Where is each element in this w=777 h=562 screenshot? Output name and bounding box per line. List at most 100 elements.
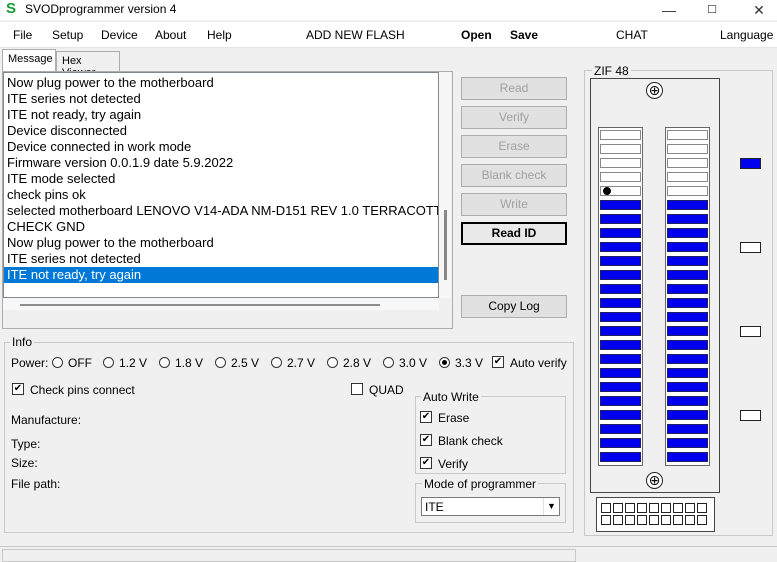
log-line[interactable]: Device connected in work mode	[4, 139, 438, 155]
zif-indicator-3	[740, 326, 761, 337]
read-button[interactable]: Read	[461, 77, 567, 100]
log-horizontal-scroll-thumb[interactable]	[20, 304, 380, 306]
check-pins-label: Check pins connect	[30, 383, 135, 397]
auto-blank-check-label: Blank check	[438, 434, 503, 448]
power-radio-18v[interactable]	[159, 357, 170, 368]
quad-checkbox[interactable]	[351, 383, 363, 395]
quad-label: QUAD	[369, 383, 404, 397]
tab-message[interactable]: Message	[2, 49, 56, 72]
log-line[interactable]: Now plug power to the motherboard	[4, 75, 438, 91]
zif-pin	[667, 172, 708, 182]
menu-save[interactable]: Save	[510, 28, 538, 42]
zif-pin	[667, 242, 708, 252]
file-path-label: File path:	[11, 477, 61, 491]
log-line[interactable]: CHECK GND	[4, 219, 438, 235]
zif-lever-square	[625, 515, 635, 525]
menu-about[interactable]: About	[155, 28, 186, 42]
close-icon[interactable]: ✕	[744, 0, 774, 20]
power-radio-33v[interactable]	[439, 357, 450, 368]
auto-verify-checkbox[interactable]: ✔	[492, 356, 504, 368]
zif-lever-square	[601, 515, 611, 525]
power-radio-off[interactable]	[52, 357, 63, 368]
type-label: Type:	[11, 437, 41, 451]
menu-setup[interactable]: Setup	[52, 28, 83, 42]
zif-pin	[600, 200, 641, 210]
zif-pin	[667, 312, 708, 322]
zif-pin	[667, 368, 708, 378]
log-line[interactable]: ITE not ready, try again	[4, 267, 438, 283]
log-line[interactable]: ITE series not detected	[4, 91, 438, 107]
auto-blank-check-checkbox[interactable]: ✔	[420, 434, 432, 446]
log-line[interactable]: Firmware version 0.0.1.9 date 5.9.2022	[4, 155, 438, 171]
log-vertical-scroll-thumb[interactable]	[444, 210, 447, 280]
zif-pin	[600, 354, 641, 364]
zif-pin	[600, 214, 641, 224]
zif-pin	[667, 382, 708, 392]
zif-pin	[667, 326, 708, 336]
log-line[interactable]: Now plug power to the motherboard	[4, 235, 438, 251]
zif-pin	[667, 284, 708, 294]
log-line[interactable]: ITE not ready, try again	[4, 107, 438, 123]
chevron-down-icon[interactable]: ▼	[543, 498, 559, 515]
menu-language[interactable]: Language	[720, 28, 773, 42]
menu-open[interactable]: Open	[461, 28, 492, 42]
copy-log-button[interactable]: Copy Log	[461, 295, 567, 318]
zif-lever-square	[637, 503, 647, 513]
message-log-list[interactable]: Now plug power to the motherboard ITE ser…	[3, 72, 439, 298]
zif-lever-square	[673, 515, 683, 525]
log-line[interactable]: check pins ok	[4, 187, 438, 203]
menu-help[interactable]: Help	[207, 28, 232, 42]
mode-legend: Mode of programmer	[422, 477, 539, 491]
power-radio-25v[interactable]	[215, 357, 226, 368]
size-label: Size:	[11, 456, 38, 470]
blank-check-button[interactable]: Blank check	[461, 164, 567, 187]
power-option-label: 2.7 V	[287, 356, 316, 370]
zif-bottom-screw-icon: ⊕	[646, 472, 663, 489]
zif-pin	[600, 256, 641, 266]
mode-select[interactable]: ITE ▼	[421, 497, 560, 516]
log-line[interactable]: ITE series not detected	[4, 251, 438, 267]
write-button[interactable]: Write	[461, 193, 567, 216]
zif-pin	[600, 172, 641, 182]
maximize-icon[interactable]: ☐	[697, 0, 727, 20]
auto-verify-write-checkbox[interactable]: ✔	[420, 457, 432, 469]
power-option-label: 3.3 V	[455, 356, 484, 370]
erase-button[interactable]: Erase	[461, 135, 567, 158]
tab-hex-viewer[interactable]: Hex Viewer	[56, 51, 120, 79]
power-label: Power:	[11, 356, 49, 370]
zif-pin	[600, 158, 641, 168]
verify-button[interactable]: Verify	[461, 106, 567, 129]
power-radio-30v[interactable]	[383, 357, 394, 368]
zif-pin	[600, 144, 641, 154]
zif-pin	[600, 326, 641, 336]
log-line[interactable]: Device disconnected	[4, 123, 438, 139]
zif-top-screw-icon: ⊕	[646, 82, 663, 99]
minimize-icon[interactable]: —	[654, 0, 684, 20]
menu-device[interactable]: Device	[101, 28, 138, 42]
zif-pin	[667, 130, 708, 140]
zif-lever-square	[649, 503, 659, 513]
log-line[interactable]: ITE mode selected	[4, 171, 438, 187]
auto-erase-label: Erase	[438, 411, 470, 425]
mode-selected-value: ITE	[425, 500, 444, 514]
zif-pin	[600, 242, 641, 252]
menu-chat[interactable]: CHAT	[616, 28, 648, 42]
power-radio-12v[interactable]	[103, 357, 114, 368]
menu-add-new-flash[interactable]: ADD NEW FLASH	[306, 28, 405, 42]
zif-pin	[667, 396, 708, 406]
zif-pin	[600, 410, 641, 420]
auto-erase-checkbox[interactable]: ✔	[420, 411, 432, 423]
zif-pin	[667, 200, 708, 210]
zif-legend: ZIF 48	[592, 64, 631, 78]
power-option-label: 1.8 V	[175, 356, 204, 370]
read-id-button[interactable]: Read ID	[461, 222, 567, 245]
zif-pin	[667, 298, 708, 308]
menu-file[interactable]: File	[13, 28, 32, 42]
power-radio-28v[interactable]	[327, 357, 338, 368]
power-option-label: 2.8 V	[343, 356, 372, 370]
log-line[interactable]: selected motherboard LENOVO V14-ADA NM-D…	[4, 203, 438, 219]
check-pins-checkbox[interactable]: ✔	[12, 383, 24, 395]
zif-pin	[667, 144, 708, 154]
power-radio-27v[interactable]	[271, 357, 282, 368]
zif-pin	[600, 312, 641, 322]
